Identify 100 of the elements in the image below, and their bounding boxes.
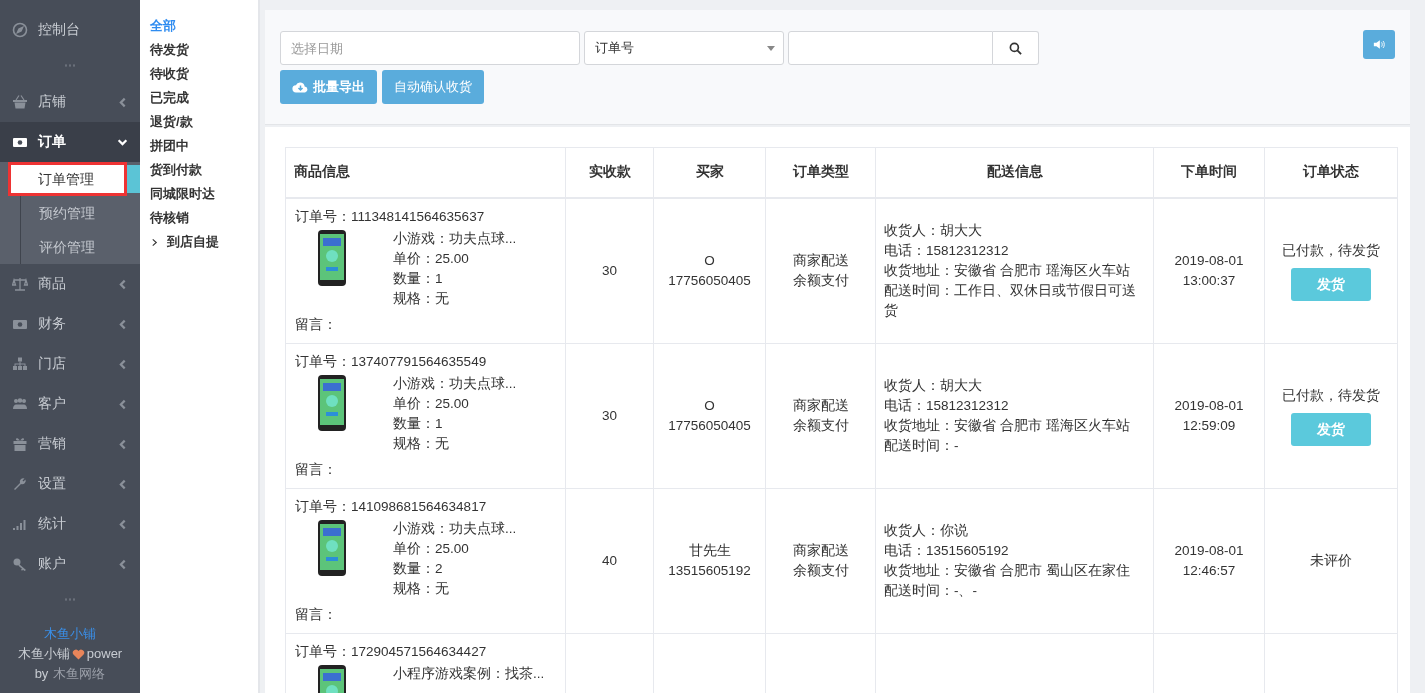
order-note: 留言：	[295, 460, 338, 479]
product-thumbnail	[317, 373, 347, 432]
status-filter-item[interactable]: 拼团中	[150, 134, 258, 158]
chevron-left-icon	[117, 558, 128, 570]
order-time-text: 2019-08-01	[1173, 396, 1245, 415]
sidebar-menu-item[interactable]: 商品	[0, 264, 140, 304]
chevron-left-icon	[117, 478, 128, 490]
brand-name: 木鱼小铺	[43, 625, 97, 643]
sidebar-menu-item[interactable]: 店铺	[0, 82, 140, 122]
status-filter-item[interactable]: 已完成	[150, 86, 258, 110]
order-time-text: 2019-08-01	[1173, 251, 1245, 270]
org-chart-icon	[12, 356, 28, 372]
chevron-left-icon	[117, 96, 128, 108]
sidebar-menu-item[interactable]: 设置	[0, 464, 140, 504]
sidebar-menu-item[interactable]: 门店	[0, 344, 140, 384]
ellipsis-icon	[64, 64, 76, 67]
sidebar-menu-item[interactable]: 统计	[0, 504, 140, 544]
caret-down-icon	[767, 45, 775, 51]
status-filter-item[interactable]: 全部	[150, 14, 258, 38]
column-header: 商品信息	[285, 147, 566, 198]
product-detail: 单价：25.00	[393, 249, 470, 268]
order-status-text: 未评价	[1309, 551, 1353, 570]
company-link[interactable]: 木鱼网络	[53, 664, 106, 684]
delivery-detail: 收货地址：安徽省 合肥市 瑶海区火车站	[884, 416, 1131, 435]
sidebar-menu-item[interactable]: 订单	[0, 122, 140, 162]
order-number: 订单号：141098681564634817	[295, 497, 488, 516]
wrench-icon	[12, 476, 28, 492]
product-detail: 小游戏：功夫点球...	[393, 519, 517, 538]
status-filter-item[interactable]: 到店自提	[150, 230, 258, 254]
field-select[interactable]: 订单号	[584, 31, 784, 65]
column-header: 买家	[653, 147, 766, 198]
delivery-detail: 配送时间：-、-	[884, 581, 978, 600]
basket-icon	[12, 94, 28, 110]
product-detail: 单价：25.00	[393, 539, 470, 558]
ellipsis-icon	[64, 598, 76, 601]
column-header: 订单状态	[1264, 147, 1398, 198]
scale-icon	[12, 276, 28, 292]
status-filter-item[interactable]: 待核销	[150, 206, 258, 230]
chevron-left-icon	[117, 518, 128, 530]
heart-icon	[71, 648, 85, 660]
product-detail: 规格：无	[393, 289, 450, 308]
order-time-text: 13:00:37	[1181, 271, 1237, 290]
order-number: 订单号：111348141564635637	[295, 207, 486, 226]
status-filter-item[interactable]: 货到付款	[150, 158, 258, 182]
order-type-text: 商家配送	[791, 541, 850, 560]
status-filter-item[interactable]: 同城限时达	[150, 182, 258, 206]
order-type-text: 余额支付	[791, 561, 850, 580]
sound-button[interactable]	[1363, 30, 1395, 59]
search-field[interactable]	[788, 31, 993, 65]
delivery-detail: 收货地址：安徽省 合肥市 瑶海区火车站	[884, 261, 1131, 280]
column-header: 配送信息	[875, 147, 1154, 198]
order-note: 留言：	[295, 315, 338, 334]
chevron-left-icon	[117, 278, 128, 290]
cloud-download-icon	[292, 81, 309, 93]
footer-text: 木鱼小铺	[17, 645, 70, 663]
footer-text: by	[34, 665, 49, 683]
order-status-text: 已付款，待发货	[1281, 386, 1381, 405]
column-header: 订单类型	[765, 147, 876, 198]
product-detail: 小程序游戏案例：找茶...	[393, 664, 545, 683]
search-icon	[1009, 41, 1022, 55]
amount-text: 30	[602, 262, 617, 278]
buyer-text: 17756050405	[667, 416, 752, 435]
product-detail: 小游戏：功夫点球...	[393, 374, 517, 393]
chevron-left-icon	[117, 438, 128, 450]
delivery-detail: 收货人：你说	[884, 521, 969, 540]
order-time-text: 2019-08-01	[1173, 541, 1245, 560]
delivery-detail: 配送时间：-	[884, 436, 960, 455]
speaker-icon	[1373, 39, 1385, 50]
sidebar-menu-item[interactable]: 账户	[0, 544, 140, 584]
sidebar-menu-item[interactable]: 控制台	[0, 10, 140, 50]
delivery-detail: 收货地址：安徽省 合肥市 蜀山区在家住	[884, 561, 1131, 580]
buyer-text: 甘先生	[687, 541, 732, 560]
order-type-text: 余额支付	[791, 271, 850, 290]
chevron-left-icon	[117, 318, 128, 330]
key-icon	[12, 556, 28, 572]
column-header: 下单时间	[1153, 147, 1265, 198]
product-thumbnail	[317, 518, 347, 577]
amount-text: 40	[602, 552, 617, 568]
order-number: 订单号：137407791564635549	[295, 352, 488, 371]
product-detail: 单价：25.00	[393, 394, 470, 413]
status-filter-item[interactable]: 待收货	[150, 62, 258, 86]
date-field[interactable]: 选择日期	[280, 31, 580, 65]
status-filter-item[interactable]: 退货/款	[150, 110, 258, 134]
compass-icon	[12, 22, 28, 38]
order-number: 订单号：172904571564634427	[295, 642, 488, 661]
caret-right-icon	[151, 237, 158, 247]
sidebar-menu-item[interactable]: 财务	[0, 304, 140, 344]
product-detail: 小游戏：功夫点球...	[393, 229, 517, 248]
product-detail: 数量：1	[393, 414, 444, 433]
footer-text: power	[86, 645, 123, 663]
product-thumbnail	[317, 228, 347, 287]
status-filter-item[interactable]: 待发货	[150, 38, 258, 62]
product-detail: 数量：1	[393, 269, 444, 288]
amount-text: 30	[602, 407, 617, 423]
sidebar-menu-item[interactable]: 营销	[0, 424, 140, 464]
search-button[interactable]	[993, 31, 1039, 65]
chevron-left-icon	[117, 358, 128, 370]
gift-icon	[12, 436, 28, 452]
sidebar-menu-item[interactable]: 客户	[0, 384, 140, 424]
buyer-text: O	[703, 396, 716, 415]
